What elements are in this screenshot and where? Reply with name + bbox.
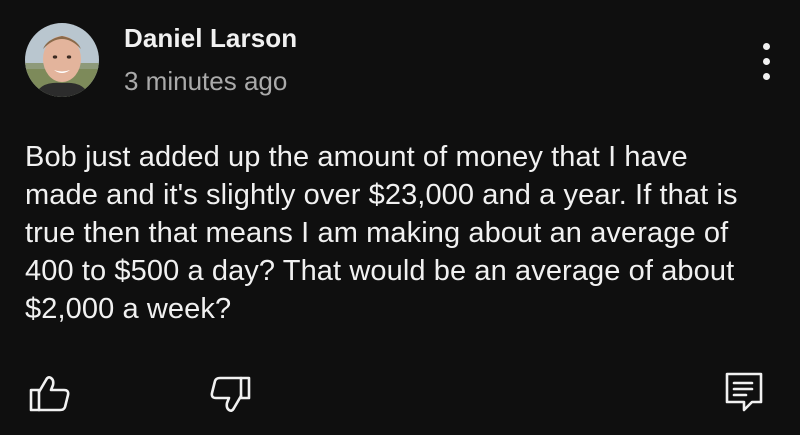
comment-card: Daniel Larson 3 minutes ago Bob just add… — [0, 0, 800, 435]
more-dot — [763, 43, 770, 50]
reply-icon — [725, 372, 763, 412]
avatar-photo — [25, 23, 99, 97]
more-dot — [763, 73, 770, 80]
comment-text: Bob just added up the amount of money th… — [25, 141, 738, 325]
like-button[interactable] — [28, 372, 72, 416]
more-vertical-icon[interactable] — [752, 40, 782, 84]
reply-button[interactable] — [722, 370, 766, 414]
more-dot — [763, 58, 770, 65]
dislike-button[interactable] — [208, 372, 252, 416]
thumbs-down-icon — [210, 376, 251, 412]
author-name[interactable]: Daniel Larson — [124, 23, 297, 54]
comment-timestamp: 3 minutes ago — [124, 66, 288, 96]
avatar[interactable] — [25, 23, 99, 97]
thumbs-up-icon — [29, 376, 70, 412]
